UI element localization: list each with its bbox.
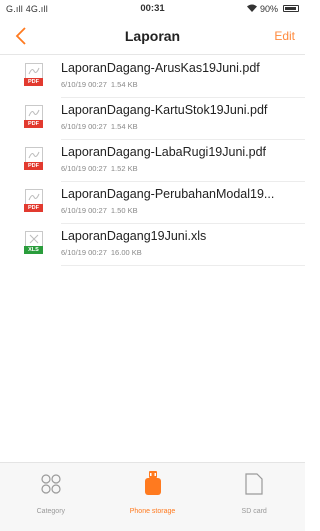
file-size: 16.00 KB	[110, 248, 142, 257]
chevron-left-icon	[15, 27, 26, 45]
tab-sd-card[interactable]: SD card	[203, 463, 305, 531]
tab-label: Category	[36, 508, 66, 515]
file-name: LaporanDagang-KartuStok19Juni.pdf	[61, 103, 268, 117]
bottom-tab-bar: Category Phone storage SD card	[0, 462, 305, 531]
file-row-1[interactable]: PDF LaporanDagang-KartuStok19Juni.pdf 6/…	[0, 98, 305, 140]
file-type-badge: XLS	[24, 246, 43, 254]
pdf-file-icon: PDF	[24, 63, 44, 89]
edit-button[interactable]: Edit	[274, 29, 295, 43]
file-list: PDF LaporanDagang-ArusKas19Juni.pdf 6/10…	[0, 56, 305, 266]
file-row-2[interactable]: PDF LaporanDagang-LabaRugi19Juni.pdf 6/1…	[0, 140, 305, 182]
file-type-badge: PDF	[24, 120, 43, 128]
pdf-file-icon: PDF	[24, 147, 44, 173]
file-date: 6/10/19 00:27	[61, 122, 107, 131]
file-type-badge: PDF	[24, 162, 43, 170]
page-title: Laporan	[124, 27, 181, 44]
file-size: 1.54 KB	[110, 122, 138, 131]
file-date: 6/10/19 00:27	[61, 206, 107, 215]
file-date: 6/10/19 00:27	[61, 248, 107, 257]
pdf-file-icon: PDF	[24, 105, 44, 131]
category-icon	[40, 472, 62, 496]
file-name: LaporanDagang-LabaRugi19Juni.pdf	[61, 145, 267, 159]
file-name: LaporanDagang19Juni.xls	[61, 229, 207, 243]
file-row-4[interactable]: XLS LaporanDagang19Juni.xls 6/10/19 00:2…	[0, 224, 305, 266]
file-row-3[interactable]: PDF LaporanDagang-PerubahanModal19... 6/…	[0, 182, 305, 224]
xls-file-icon: XLS	[24, 231, 44, 257]
tab-label: Phone storage	[129, 508, 176, 515]
battery-icon	[283, 5, 299, 12]
file-date: 6/10/19 00:27	[61, 80, 107, 89]
divider	[61, 265, 305, 266]
sd-card-icon	[245, 472, 263, 496]
tab-category[interactable]: Category	[0, 463, 102, 531]
status-bar: G.ıll 4G.ıll 00:31 90%	[0, 0, 305, 17]
file-name: LaporanDagang-PerubahanModal19...	[61, 187, 275, 201]
tab-phone-storage[interactable]: Phone storage	[102, 463, 204, 531]
file-size: 1.54 KB	[110, 80, 138, 89]
app-header: Laporan Edit	[0, 17, 305, 55]
phone-storage-icon	[143, 471, 163, 496]
back-button[interactable]	[10, 25, 32, 47]
file-row-0[interactable]: PDF LaporanDagang-ArusKas19Juni.pdf 6/10…	[0, 56, 305, 98]
pdf-file-icon: PDF	[24, 189, 44, 215]
file-size: 1.52 KB	[110, 164, 138, 173]
file-date: 6/10/19 00:27	[61, 164, 107, 173]
file-type-badge: PDF	[24, 204, 43, 212]
file-size: 1.50 KB	[110, 206, 138, 215]
file-type-badge: PDF	[24, 78, 43, 86]
status-time: 00:31	[140, 3, 165, 14]
tab-label: SD card	[241, 508, 267, 515]
file-name: LaporanDagang-ArusKas19Juni.pdf	[61, 61, 260, 75]
